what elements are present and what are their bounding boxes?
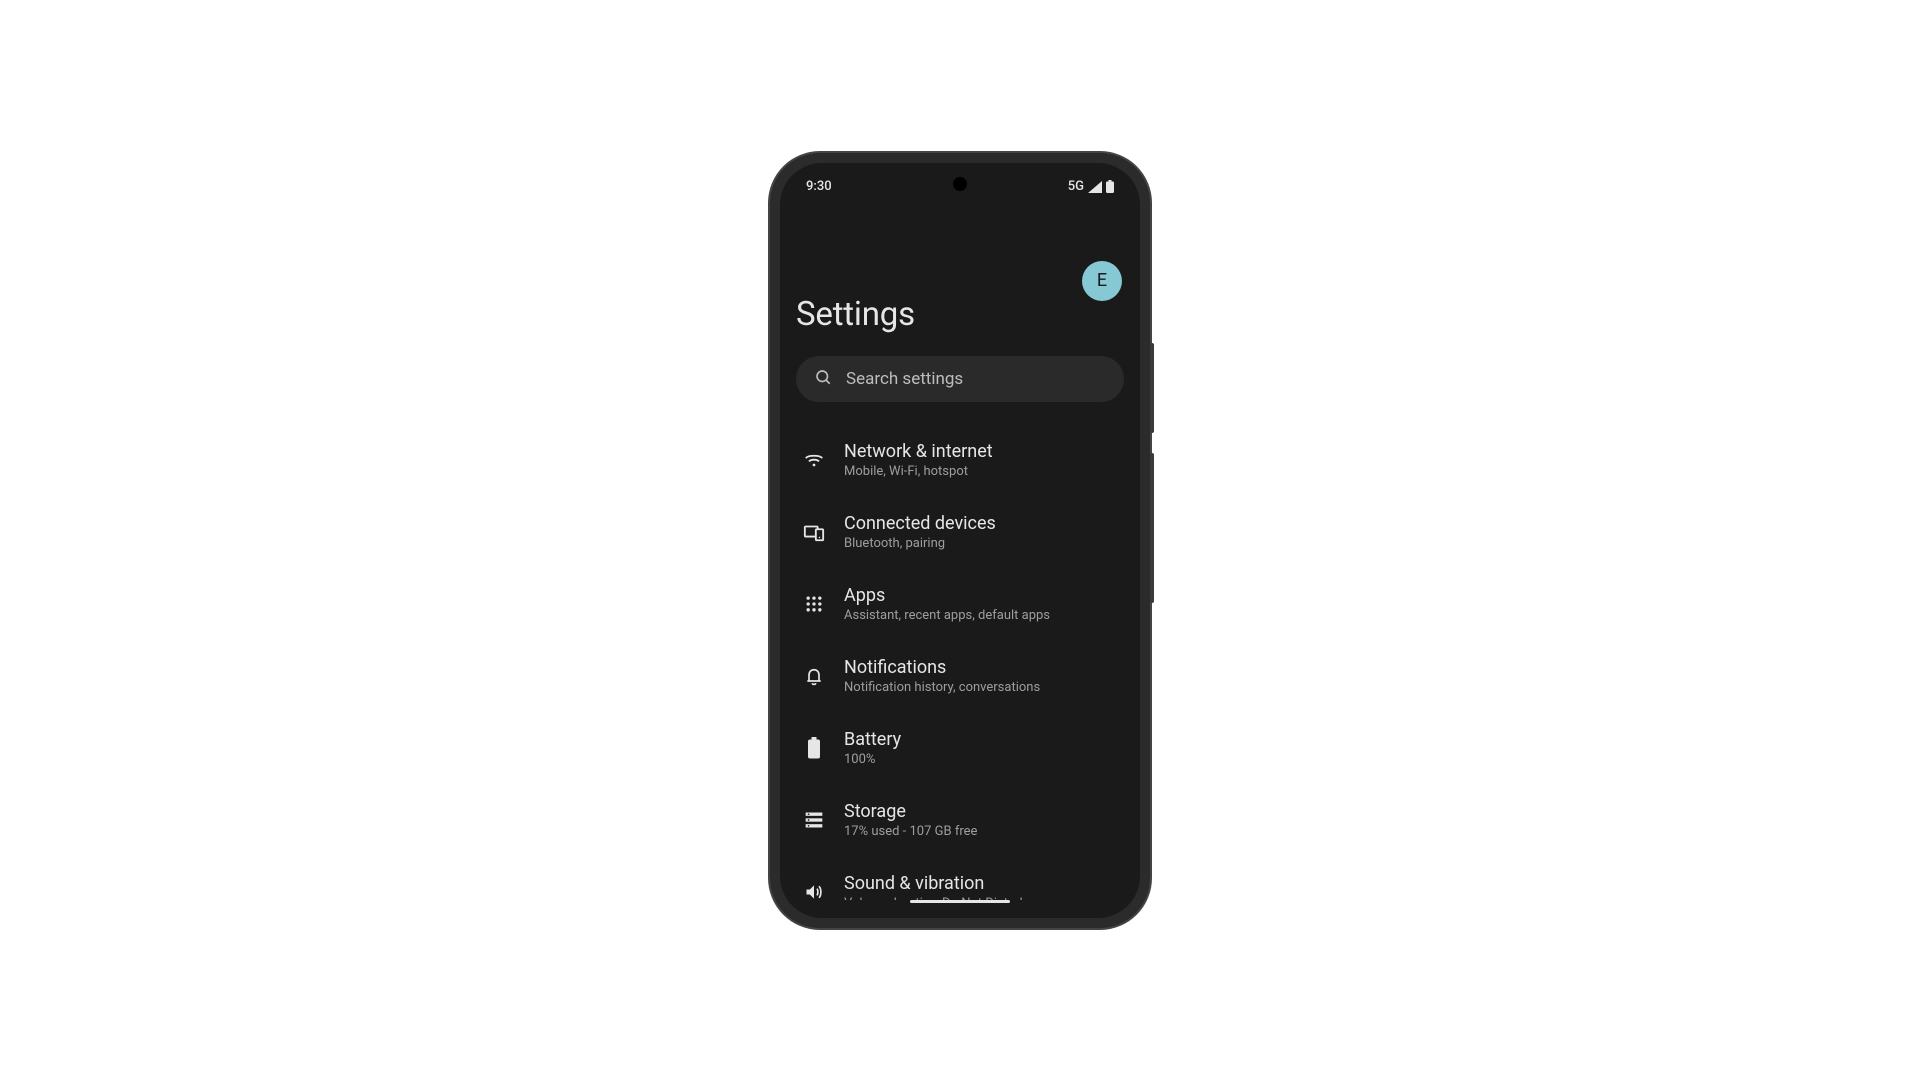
bell-icon (802, 664, 826, 688)
item-subtitle: Assistant, recent apps, default apps (844, 608, 1118, 623)
settings-item-notifications[interactable]: Notifications Notification history, conv… (796, 640, 1124, 712)
item-title: Network & internet (844, 441, 1118, 462)
item-subtitle: 17% used - 107 GB free (844, 824, 1118, 839)
settings-item-apps[interactable]: Apps Assistant, recent apps, default app… (796, 568, 1124, 640)
item-title: Battery (844, 729, 1118, 750)
item-title: Apps (844, 585, 1118, 606)
settings-item-connected-devices[interactable]: Connected devices Bluetooth, pairing (796, 496, 1124, 568)
settings-item-storage[interactable]: Storage 17% used - 107 GB free (796, 784, 1124, 856)
page-title: Settings (796, 295, 1124, 334)
item-subtitle: 100% (844, 752, 1118, 767)
item-title: Connected devices (844, 513, 1118, 534)
signal-icon (1088, 181, 1102, 193)
wifi-icon (802, 448, 826, 472)
settings-item-network[interactable]: Network & internet Mobile, Wi-Fi, hotspo… (796, 424, 1124, 496)
camera-hole (953, 177, 967, 191)
settings-item-sound[interactable]: Sound & vibration Volume, haptics, Do No… (796, 856, 1124, 900)
status-right: 5G (1068, 179, 1114, 194)
item-subtitle: Volume, haptics, Do Not Disturb (844, 896, 1118, 900)
status-time: 9:30 (806, 179, 832, 194)
phone-frame: 9:30 5G E Settings Search settings (770, 153, 1150, 928)
volume-icon (802, 880, 826, 900)
item-subtitle: Bluetooth, pairing (844, 536, 1118, 551)
status-network-label: 5G (1068, 179, 1084, 194)
item-title: Sound & vibration (844, 873, 1118, 894)
profile-avatar[interactable]: E (1082, 261, 1122, 301)
item-subtitle: Notification history, conversations (844, 680, 1118, 695)
item-subtitle: Mobile, Wi-Fi, hotspot (844, 464, 1118, 479)
nav-pill (910, 900, 1010, 903)
search-icon (814, 368, 832, 390)
storage-icon (802, 808, 826, 832)
devices-icon (802, 520, 826, 544)
content: E Settings Search settings Network & int… (780, 205, 1140, 900)
nav-bar[interactable] (780, 900, 1140, 918)
item-title: Notifications (844, 657, 1118, 678)
search-placeholder: Search settings (846, 369, 963, 389)
battery-icon (1106, 180, 1114, 193)
apps-icon (802, 592, 826, 616)
phone-screen: 9:30 5G E Settings Search settings (780, 163, 1140, 918)
settings-list: Network & internet Mobile, Wi-Fi, hotspo… (796, 424, 1124, 900)
item-title: Storage (844, 801, 1118, 822)
settings-item-battery[interactable]: Battery 100% (796, 712, 1124, 784)
search-input[interactable]: Search settings (796, 356, 1124, 402)
battery-full-icon (802, 736, 826, 760)
